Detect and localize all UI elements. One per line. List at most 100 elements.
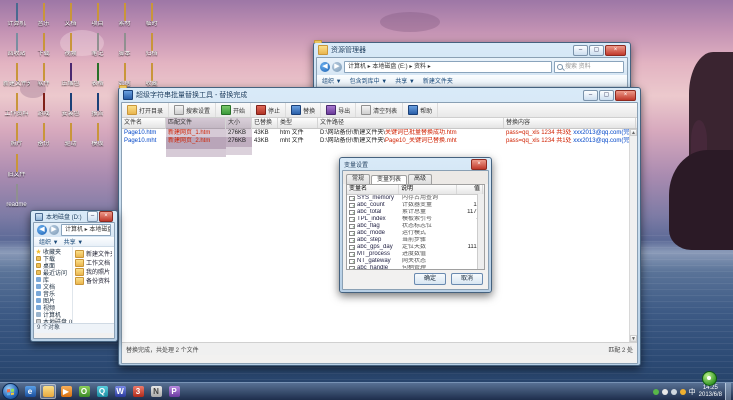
tree-item[interactable]: 音乐 <box>34 290 72 297</box>
cancel-button[interactable]: 取消 <box>450 273 483 285</box>
command-bar-item[interactable]: 共享 ▼ <box>64 237 84 246</box>
column-header[interactable]: 变量名 <box>347 185 399 194</box>
close-button[interactable]: × <box>471 158 487 170</box>
start-button[interactable] <box>2 383 19 400</box>
address-bar[interactable]: 计算机 ▸ 本地磁盘 (E:) ▸ 资料 ▸ <box>344 60 552 73</box>
command-bar-item[interactable]: 共享 ▼ <box>395 76 415 85</box>
explorer-titlebar[interactable]: 本地磁盘 (D:) – × <box>33 211 115 222</box>
maximize-button[interactable]: ▢ <box>599 89 614 101</box>
forward-button[interactable]: ▶ <box>332 61 342 72</box>
file-item[interactable]: 工作文档 <box>75 258 112 267</box>
taskbar-app-button[interactable]: ▶ <box>58 384 74 399</box>
variable-row[interactable]: ✓ NT_gateway 网关状态 <box>347 258 484 265</box>
desktop-icon[interactable]: 表格 <box>84 63 111 93</box>
desktop-icon[interactable]: 照片 <box>3 123 30 153</box>
variable-row[interactable]: ✓ abc_mode 运行模式 1 <box>347 230 484 237</box>
variable-row[interactable]: ✓ abc_flag 状态标志位 1 <box>347 223 484 230</box>
main-window-titlebar[interactable]: 超级字符串批量替换工具 - 替换完成 – ▢ × <box>121 88 638 102</box>
tree-item[interactable]: 本地磁盘 (C:) <box>34 318 72 323</box>
tree-item[interactable]: 图片 <box>34 297 72 304</box>
desktop-icon[interactable]: 新建文件夹 <box>3 63 30 93</box>
desktop-icon[interactable]: 压缩包 <box>57 63 84 93</box>
address-bar[interactable]: 计算机 ▸ 本地磁盘 (D:) <box>61 224 111 236</box>
back-button[interactable]: ◀ <box>37 225 47 235</box>
forward-button[interactable]: ▶ <box>49 225 59 235</box>
tray-network-icon[interactable] <box>670 388 677 395</box>
desktop-icon[interactable]: 模板 <box>84 123 111 153</box>
desktop-icon[interactable]: 工作资料 <box>3 93 30 123</box>
toolbar-button[interactable]: 帮助 <box>403 103 439 117</box>
close-button[interactable]: × <box>605 44 626 56</box>
desktop-icon[interactable]: 备份 <box>30 123 57 153</box>
desktop-icon[interactable]: 游戏 <box>30 93 57 123</box>
variable-row[interactable]: ✓ abc_total 累计总量 1171 <box>347 209 484 216</box>
desktop-icon[interactable]: 临时 <box>138 3 165 33</box>
tab-advanced[interactable]: 高级 <box>408 174 433 184</box>
desktop-icon[interactable]: 脚本 <box>111 33 138 63</box>
file-item[interactable]: 我的照片 <box>75 267 112 276</box>
toolbar-button[interactable]: 停止 <box>251 103 287 117</box>
tab-general[interactable]: 常规 <box>346 174 371 184</box>
minimize-button[interactable]: – <box>87 211 98 222</box>
minimize-button[interactable]: – <box>583 89 598 101</box>
tray-updown-icon[interactable] <box>661 388 668 395</box>
command-bar-item[interactable]: 新建文件夹 <box>423 76 453 85</box>
taskbar-app-button[interactable]: e <box>22 384 38 399</box>
desktop-icon[interactable]: 回收站 <box>3 33 30 63</box>
taskbar-app-button[interactable]: 3 <box>130 384 146 399</box>
desktop-icon[interactable]: 安装包 <box>57 93 84 123</box>
taskbar-app-button[interactable]: N <box>148 384 164 399</box>
back-window-titlebar[interactable]: 资源管理器 – ▢ × <box>316 43 628 57</box>
dialog-titlebar[interactable]: 变量设置 × <box>342 158 489 170</box>
toolbar-button[interactable]: 导出 <box>321 103 357 117</box>
toolbar-button[interactable]: 开始 <box>216 103 252 117</box>
variable-row[interactable]: ✓ MT_process 进度数值 1 <box>347 251 484 258</box>
maximize-button[interactable]: ▢ <box>589 44 604 56</box>
result-row[interactable]: Page10.mht 新建网页_2.htm 276KB 43KB mht 文件 … <box>122 137 637 157</box>
tree-item[interactable]: 收藏夹 <box>34 248 72 255</box>
column-header[interactable]: 说明 <box>399 185 457 194</box>
scroll-up-icon[interactable]: ▲ <box>630 129 637 136</box>
toolbar-button[interactable]: 清空列表 <box>356 103 404 117</box>
desktop-icon[interactable]: 项目 <box>84 3 111 33</box>
command-bar-item[interactable]: 组织 ▼ <box>39 237 59 246</box>
toolbar-button[interactable]: 替换 <box>286 103 322 117</box>
taskbar-app-button[interactable]: Q <box>94 384 110 399</box>
language-indicator[interactable]: 中 <box>689 387 696 397</box>
toolbar-button[interactable]: 搜索设置 <box>169 103 217 117</box>
file-pane[interactable]: 新建文件夹 工作文档 我的照片 备份资料 <box>73 247 114 323</box>
floating-accelerator-ball[interactable] <box>702 371 717 386</box>
tree-item[interactable]: 最近访问 <box>34 269 72 276</box>
variable-list[interactable]: 变量名 说明 值 ✓ SYS_memory 内存占用查询 ✓ abc_coun <box>346 184 485 270</box>
tree-item[interactable]: 计算机 <box>34 311 72 318</box>
file-item[interactable]: 新建文件夹 <box>75 249 112 258</box>
variable-row[interactable]: ✓ SYS_memory 内存占用查询 <box>347 195 484 202</box>
variable-row[interactable]: ✓ abc_count 计数器变量 12 <box>347 202 484 209</box>
close-button[interactable]: × <box>615 89 636 101</box>
desktop-icon[interactable]: 笔记 <box>84 33 111 63</box>
desktop-icon[interactable]: 下载 <box>30 33 57 63</box>
taskbar-app-button[interactable]: O <box>76 384 92 399</box>
column-header[interactable]: 类型 <box>278 118 318 128</box>
dialog-scrollbar[interactable] <box>477 194 484 269</box>
variable-row[interactable]: ✓ abc_step 当前步骤 1 <box>347 237 484 244</box>
file-item[interactable]: 备份资料 <box>75 276 112 285</box>
desktop-icon[interactable]: readme <box>3 184 30 214</box>
desktop-icon[interactable]: 视频 <box>57 33 84 63</box>
desktop-icon[interactable]: 计算机 <box>3 3 30 33</box>
tray-volume-icon[interactable] <box>679 388 686 395</box>
column-header[interactable]: 替换内容 <box>504 118 636 128</box>
command-bar-item[interactable]: 包含到库中 ▼ <box>350 76 388 85</box>
desktop-icon[interactable]: 音乐 <box>30 3 57 33</box>
vertical-scrollbar[interactable]: ▲ ▼ <box>629 129 637 342</box>
desktop-icon[interactable]: 驱动 <box>57 123 84 153</box>
desktop-icon[interactable]: 文档 <box>57 3 84 33</box>
tree-item[interactable]: 下载 <box>34 255 72 262</box>
minimize-button[interactable]: – <box>573 44 588 56</box>
column-header[interactable]: 文件路径 <box>318 118 504 128</box>
tree-item[interactable]: 文档 <box>34 283 72 290</box>
variable-row[interactable]: ✓ abc_gps_day 定位天数 1112 <box>347 244 484 251</box>
tree-item[interactable]: 视频 <box>34 304 72 311</box>
search-box[interactable]: 搜索 资料 <box>554 60 624 73</box>
taskbar-app-button[interactable]: W <box>112 384 128 399</box>
